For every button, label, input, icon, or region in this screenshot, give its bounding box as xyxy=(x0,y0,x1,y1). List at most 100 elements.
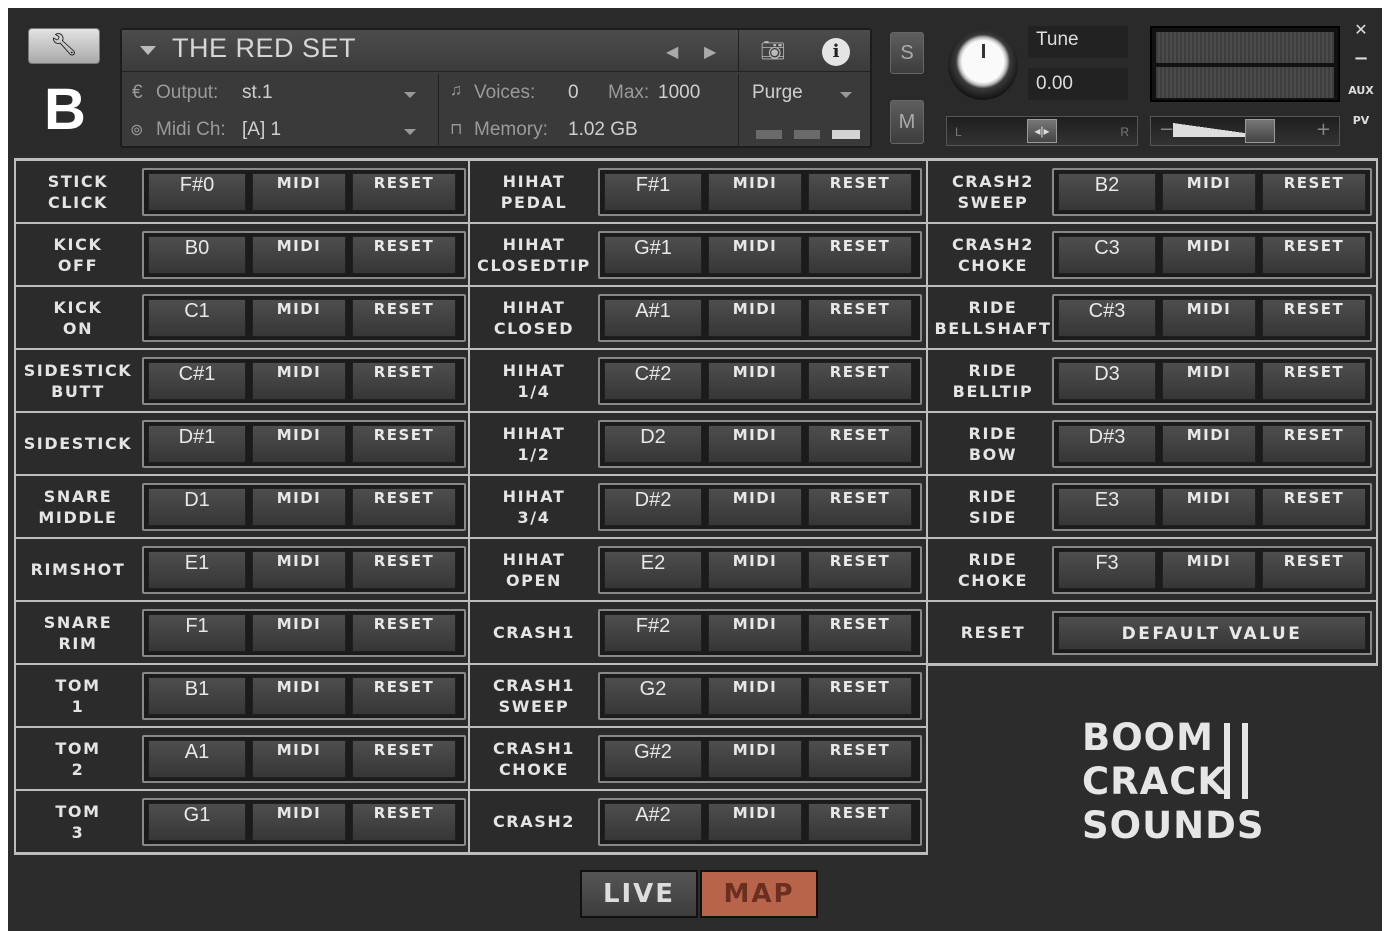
note-value-field[interactable]: B2 xyxy=(1058,173,1156,211)
reset-button[interactable]: RESET xyxy=(1262,173,1366,211)
reset-button[interactable]: RESET xyxy=(352,677,456,715)
purge-dropdown-icon[interactable] xyxy=(840,92,852,98)
midi-value[interactable]: [A] 1 xyxy=(242,119,281,141)
midi-learn-button[interactable]: MIDI xyxy=(708,236,802,274)
midi-learn-button[interactable]: MIDI xyxy=(708,488,802,526)
reset-button[interactable]: RESET xyxy=(1262,362,1366,400)
reset-button[interactable]: RESET xyxy=(1262,299,1366,337)
reset-button[interactable]: RESET xyxy=(808,173,912,211)
midi-learn-button[interactable]: MIDI xyxy=(252,299,346,337)
midi-learn-button[interactable]: MIDI xyxy=(1162,362,1256,400)
note-value-field[interactable]: E1 xyxy=(148,551,246,589)
instrument-title[interactable]: THE RED SET xyxy=(172,33,356,64)
reset-button[interactable]: RESET xyxy=(352,740,456,778)
note-value-field[interactable]: D#3 xyxy=(1058,425,1156,463)
note-value-field[interactable]: F#0 xyxy=(148,173,246,211)
note-value-field[interactable]: C3 xyxy=(1058,236,1156,274)
output-dropdown-icon[interactable] xyxy=(404,92,416,98)
pan-slider[interactable]: L R ◂|▸ xyxy=(946,116,1138,146)
note-value-field[interactable]: D2 xyxy=(604,425,702,463)
note-value-field[interactable]: B0 xyxy=(148,236,246,274)
pv-button[interactable]: PV xyxy=(1346,114,1376,127)
note-value-field[interactable]: D#1 xyxy=(148,425,246,463)
note-value-field[interactable]: C1 xyxy=(148,299,246,337)
reset-button[interactable]: RESET xyxy=(1262,236,1366,274)
note-value-field[interactable]: G2 xyxy=(604,677,702,715)
max-value[interactable]: 1000 xyxy=(658,82,700,104)
note-value-field[interactable]: F3 xyxy=(1058,551,1156,589)
output-value[interactable]: st.1 xyxy=(242,82,273,104)
note-value-field[interactable]: F#2 xyxy=(604,614,702,652)
note-value-field[interactable]: D3 xyxy=(1058,362,1156,400)
note-value-field[interactable]: B1 xyxy=(148,677,246,715)
midi-learn-button[interactable]: MIDI xyxy=(708,425,802,463)
next-arrow-icon[interactable]: ▶ xyxy=(704,42,716,61)
midi-learn-button[interactable]: MIDI xyxy=(708,299,802,337)
reset-button[interactable]: RESET xyxy=(808,551,912,589)
collapse-triangle-icon[interactable] xyxy=(140,46,156,55)
note-value-field[interactable]: D1 xyxy=(148,488,246,526)
reset-button[interactable]: RESET xyxy=(352,173,456,211)
tune-knob[interactable] xyxy=(948,30,1018,100)
aux-button[interactable]: AUX xyxy=(1346,84,1376,97)
camera-icon[interactable]: 📷︎ xyxy=(754,38,792,64)
reset-button[interactable]: RESET xyxy=(808,488,912,526)
reset-button[interactable]: RESET xyxy=(352,362,456,400)
mute-button[interactable]: M xyxy=(890,100,924,144)
midi-learn-button[interactable]: MIDI xyxy=(252,614,346,652)
reset-button[interactable]: RESET xyxy=(808,677,912,715)
midi-learn-button[interactable]: MIDI xyxy=(252,677,346,715)
midi-learn-button[interactable]: MIDI xyxy=(1162,425,1256,463)
note-value-field[interactable]: A#2 xyxy=(604,803,702,841)
note-value-field[interactable]: A1 xyxy=(148,740,246,778)
reset-button[interactable]: RESET xyxy=(1262,488,1366,526)
note-value-field[interactable]: D#2 xyxy=(604,488,702,526)
reset-button[interactable]: RESET xyxy=(808,803,912,841)
midi-learn-button[interactable]: MIDI xyxy=(1162,551,1256,589)
pan-handle[interactable]: ◂|▸ xyxy=(1027,119,1057,143)
midi-learn-button[interactable]: MIDI xyxy=(708,803,802,841)
note-value-field[interactable]: C#3 xyxy=(1058,299,1156,337)
note-value-field[interactable]: G#2 xyxy=(604,740,702,778)
midi-learn-button[interactable]: MIDI xyxy=(1162,488,1256,526)
volume-handle[interactable] xyxy=(1245,119,1275,143)
midi-learn-button[interactable]: MIDI xyxy=(708,362,802,400)
midi-learn-button[interactable]: MIDI xyxy=(708,677,802,715)
solo-button[interactable]: S xyxy=(890,32,924,74)
info-icon[interactable]: i xyxy=(822,38,850,66)
reset-button[interactable]: RESET xyxy=(808,614,912,652)
wrench-icon[interactable]: 🔧︎ xyxy=(28,28,100,64)
reset-button[interactable]: RESET xyxy=(808,425,912,463)
note-value-field[interactable]: C#2 xyxy=(604,362,702,400)
midi-learn-button[interactable]: MIDI xyxy=(708,740,802,778)
midi-learn-button[interactable]: MIDI xyxy=(1162,236,1256,274)
midi-learn-button[interactable]: MIDI xyxy=(252,236,346,274)
midi-learn-button[interactable]: MIDI xyxy=(252,173,346,211)
prev-arrow-icon[interactable]: ◀ xyxy=(666,42,678,61)
reset-button[interactable]: RESET xyxy=(808,740,912,778)
midi-learn-button[interactable]: MIDI xyxy=(708,614,802,652)
reset-button[interactable]: RESET xyxy=(1262,425,1366,463)
midi-learn-button[interactable]: MIDI xyxy=(252,740,346,778)
note-value-field[interactable]: F1 xyxy=(148,614,246,652)
reset-button[interactable]: RESET xyxy=(352,551,456,589)
tune-value[interactable]: 0.00 xyxy=(1028,68,1128,100)
midi-learn-button[interactable]: MIDI xyxy=(708,173,802,211)
reset-button[interactable]: RESET xyxy=(352,425,456,463)
reset-button[interactable]: RESET xyxy=(808,362,912,400)
reset-button[interactable]: RESET xyxy=(352,488,456,526)
midi-learn-button[interactable]: MIDI xyxy=(1162,299,1256,337)
reset-button[interactable]: RESET xyxy=(352,803,456,841)
note-value-field[interactable]: C#1 xyxy=(148,362,246,400)
default-value-button[interactable]: DEFAULT VALUE xyxy=(1058,616,1366,650)
midi-learn-button[interactable]: MIDI xyxy=(252,362,346,400)
volume-slider[interactable]: − + xyxy=(1150,116,1340,146)
note-value-field[interactable]: A#1 xyxy=(604,299,702,337)
reset-button[interactable]: RESET xyxy=(352,299,456,337)
reset-button[interactable]: RESET xyxy=(808,236,912,274)
note-value-field[interactable]: E3 xyxy=(1058,488,1156,526)
midi-learn-button[interactable]: MIDI xyxy=(252,803,346,841)
reset-button[interactable]: RESET xyxy=(1262,551,1366,589)
note-value-field[interactable]: E2 xyxy=(604,551,702,589)
midi-dropdown-icon[interactable] xyxy=(404,129,416,135)
